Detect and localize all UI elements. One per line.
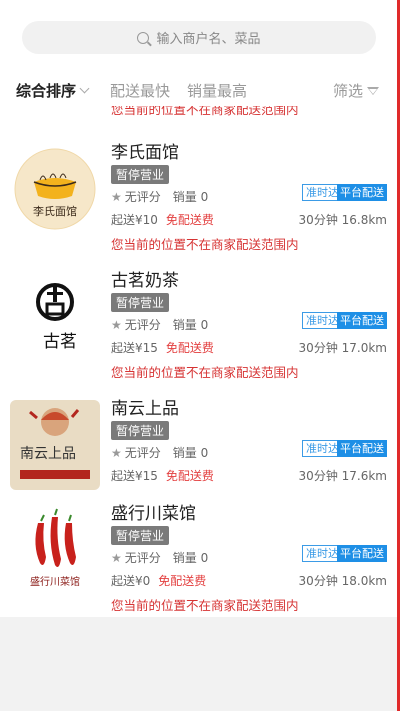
restaurant-card[interactable]: 李氏面馆 李氏面馆 暂停营业 ★ 无评分 销量 0 准时达 平台配送 起送¥10… [0,136,397,256]
list-footer-area [0,617,397,711]
restaurant-logo: 李氏面馆 [10,144,100,234]
delivery-fee: 免配送费 [165,469,214,483]
sort-comprehensive-label: 综合排序 [16,82,77,100]
time-distance: 30分钟 18.0km [298,574,387,588]
rating-row: ★ 无评分 销量 0 [111,549,208,566]
restaurant-name: 南云上品 [111,399,179,419]
search-placeholder: 输入商户名、菜品 [156,32,261,47]
restaurant-logo: 古茗 [10,272,100,362]
star-icon: ★ [111,445,122,460]
min-order: 起送¥15 [111,469,158,483]
sort-top-sales[interactable]: 销量最高 [187,80,247,101]
restaurant-card[interactable]: 南云上品 南云上品 暂停营业 ★ 无评分 销量 0 准时达 平台配送 起送¥15… [0,392,397,512]
restaurant-name: 古茗奶茶 [111,271,179,291]
rating-text: 无评分 [124,190,161,204]
restaurant-logo: 盛行川菜馆 [10,505,100,595]
restaurant-logo: 南云上品 [10,400,100,490]
restaurant-card[interactable]: 古茗 古茗奶茶 暂停营业 ★ 无评分 销量 0 准时达 平台配送 起送¥15 免配… [0,264,397,384]
rating-row: ★ 无评分 销量 0 [111,316,208,333]
time-distance: 30分钟 17.0km [298,341,387,355]
partial-range-notice: 您当前的位置不在商家配送范围内 [111,106,299,117]
time-distance: 30分钟 16.8km [298,213,387,227]
rating-text: 无评分 [124,446,161,460]
range-notice: 您当前的位置不在商家配送范围内 [111,598,299,613]
restaurant-name: 盛行川菜馆 [111,504,196,524]
status-badge: 暂停营业 [111,165,170,184]
filter-button[interactable]: 筛选 [333,80,380,101]
status-badge: 暂停营业 [111,293,170,312]
rating-text: 无评分 [124,318,161,332]
sales-text: 销量 0 [172,190,209,204]
fee-row: 起送¥15 免配送费 [111,339,214,356]
star-icon: ★ [111,189,122,204]
fee-row: 起送¥10 免配送费 [111,211,214,228]
status-badge: 暂停营业 [111,421,170,440]
sales-text: 销量 0 [172,551,209,565]
restaurant-card[interactable]: 盛行川菜馆 盛行川菜馆 暂停营业 ★ 无评分 销量 0 准时达 平台配送 起送¥… [0,497,397,617]
min-order: 起送¥15 [111,341,158,355]
tag-platform-delivery: 平台配送 [337,440,387,457]
range-notice: 您当前的位置不在商家配送范围内 [111,365,299,380]
sales-text: 销量 0 [172,446,209,460]
tag-platform-delivery: 平台配送 [337,184,387,201]
status-badge: 暂停营业 [111,526,170,545]
svg-text:南云上品: 南云上品 [20,446,76,462]
filter-icon [367,87,380,96]
sort-bar: 综合排序 配送最快 销量最高 筛选 [0,72,397,106]
search-input[interactable]: 输入商户名、菜品 [22,21,376,54]
time-distance: 30分钟 17.6km [298,469,387,483]
sort-comprehensive[interactable]: 综合排序 [16,80,90,101]
fee-row: 起送¥0 免配送费 [111,572,206,589]
sales-text: 销量 0 [172,318,209,332]
restaurant-name: 李氏面馆 [111,143,179,163]
rating-row: ★ 无评分 销量 0 [111,188,208,205]
svg-text:李氏面馆: 李氏面馆 [33,204,77,218]
tag-platform-delivery: 平台配送 [337,545,387,562]
min-order: 起送¥10 [111,213,158,227]
filter-label: 筛选 [333,82,364,100]
range-notice: 您当前的位置不在商家配送范围内 [111,237,299,252]
rating-row: ★ 无评分 销量 0 [111,444,208,461]
search-icon [137,31,150,44]
min-order: 起送¥0 [111,574,151,588]
svg-text:盛行川菜馆: 盛行川菜馆 [30,575,80,588]
star-icon: ★ [111,550,122,565]
fee-row: 起送¥15 免配送费 [111,467,214,484]
delivery-fee: 免配送费 [158,574,207,588]
delivery-fee: 免配送费 [165,341,214,355]
chevron-down-icon [79,83,90,94]
rating-text: 无评分 [124,551,161,565]
delivery-fee: 免配送费 [165,213,214,227]
star-icon: ★ [111,317,122,332]
sort-fastest-delivery[interactable]: 配送最快 [110,80,170,101]
svg-text:古茗: 古茗 [43,332,77,352]
tag-platform-delivery: 平台配送 [337,312,387,329]
